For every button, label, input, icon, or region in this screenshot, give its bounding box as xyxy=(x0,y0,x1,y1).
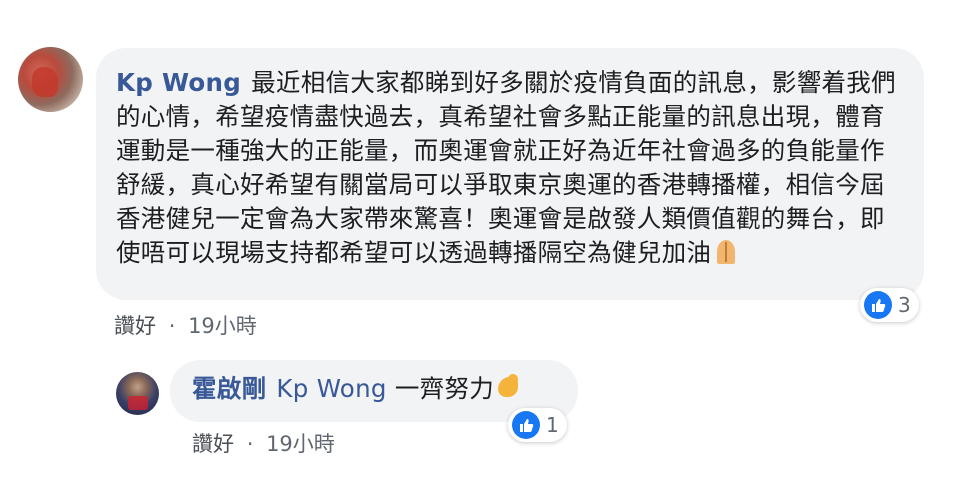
like-button[interactable]: 讚好 xyxy=(114,314,156,338)
commenter-avatar[interactable] xyxy=(18,47,83,112)
folded-hands-icon xyxy=(711,240,741,264)
flexed-biceps-icon xyxy=(494,373,522,399)
reply-author-link[interactable]: 霍啟剛 xyxy=(192,374,266,403)
reply-like-button[interactable]: 讚好 xyxy=(192,432,234,456)
reply-timestamp[interactable]: 19小時 xyxy=(266,432,335,456)
thumbs-up-icon xyxy=(864,291,892,319)
comment-bubble: Kp Wong 最近相信大家都睇到好多關於疫情負面的訊息，影響着我們的心情，希望疫… xyxy=(96,48,924,300)
comment-timestamp[interactable]: 19小時 xyxy=(188,314,257,338)
reply-text: 一齊努力 xyxy=(394,374,495,403)
separator-dot: · xyxy=(168,314,176,338)
reply-actions: 讚好 · 19小時 xyxy=(192,428,335,458)
reply-avatar[interactable] xyxy=(116,372,159,415)
reply-reaction-summary[interactable]: 1 xyxy=(508,408,567,442)
reply-body: 霍啟剛 Kp Wong 一齊努力 xyxy=(192,372,572,406)
thumbs-up-icon xyxy=(512,411,540,439)
comment-actions: 讚好 · 19小時 xyxy=(114,310,257,340)
comment-text: 最近相信大家都睇到好多關於疫情負面的訊息，影響着我們的心情，希望疫情盡快過去，真… xyxy=(116,68,896,267)
comment-body: Kp Wong 最近相信大家都睇到好多關於疫情負面的訊息，影響着我們的心情，希望疫… xyxy=(116,66,906,270)
reply-reaction-count: 1 xyxy=(546,413,559,437)
comment-thread: Kp Wong 最近相信大家都睇到好多關於疫情負面的訊息，影響着我們的心情，希望疫… xyxy=(0,0,958,490)
comment-author-link[interactable]: Kp Wong xyxy=(116,68,241,97)
reply-mention-link[interactable]: Kp Wong xyxy=(276,374,386,403)
reaction-count: 3 xyxy=(898,293,911,317)
separator-dot: · xyxy=(246,432,254,456)
reaction-summary[interactable]: 3 xyxy=(860,288,919,322)
